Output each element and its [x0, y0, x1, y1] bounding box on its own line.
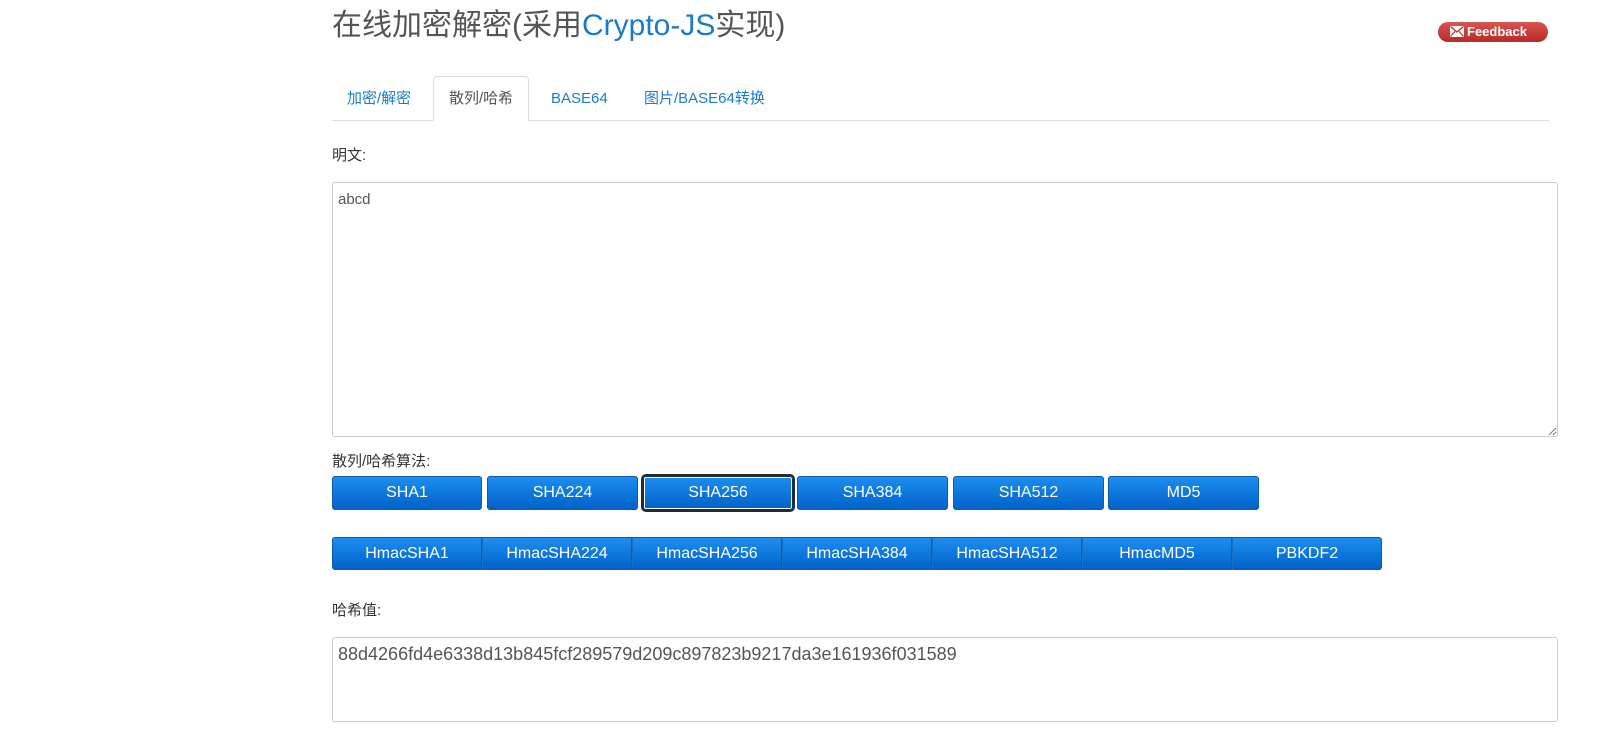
- hmac-button-group: HmacSHA1 HmacSHA224 HmacSHA256 HmacSHA38…: [332, 537, 1382, 570]
- feedback-label: Feedback: [1467, 24, 1527, 39]
- plaintext-input[interactable]: abcd: [332, 182, 1558, 437]
- sha512-button[interactable]: SHA512: [953, 476, 1104, 510]
- title-highlight: Crypto-JS: [582, 9, 716, 42]
- sha1-button[interactable]: SHA1: [332, 476, 482, 510]
- tab-image-base64[interactable]: 图片/BASE64转换: [629, 76, 780, 120]
- hmacsha256-button[interactable]: HmacSHA256: [632, 537, 782, 570]
- tab-base64[interactable]: BASE64: [536, 76, 623, 120]
- feedback-button[interactable]: Feedback: [1438, 22, 1548, 42]
- plaintext-label: 明文:: [332, 147, 367, 164]
- algorithm-label: 散列/哈希算法:: [332, 453, 431, 470]
- sha224-button[interactable]: SHA224: [487, 476, 638, 510]
- hmacsha1-button[interactable]: HmacSHA1: [332, 537, 482, 570]
- hmacsha224-button[interactable]: HmacSHA224: [482, 537, 632, 570]
- sha256-button[interactable]: SHA256: [643, 476, 793, 510]
- hmacsha384-button[interactable]: HmacSHA384: [782, 537, 932, 570]
- hmacsha512-button[interactable]: HmacSHA512: [932, 537, 1082, 570]
- pbkdf2-button[interactable]: PBKDF2: [1232, 537, 1382, 570]
- sha384-button[interactable]: SHA384: [797, 476, 948, 510]
- title-suffix: 实现): [715, 9, 786, 42]
- md5-button[interactable]: MD5: [1108, 476, 1259, 510]
- page: 在线加密解密(采用Crypto-JS实现) Feedback 加密/解密 散列/…: [0, 0, 1597, 746]
- mail-icon: [1450, 23, 1464, 37]
- tab-bar: 加密/解密 散列/哈希 BASE64 图片/BASE64转换: [332, 76, 1549, 121]
- tab-hash[interactable]: 散列/哈希: [433, 76, 530, 121]
- hash-label: 哈希值:: [332, 602, 382, 619]
- page-title: 在线加密解密(采用Crypto-JS实现): [332, 6, 785, 46]
- hmacmd5-button[interactable]: HmacMD5: [1082, 537, 1232, 570]
- tab-encrypt-decrypt[interactable]: 加密/解密: [332, 76, 426, 120]
- title-prefix: 在线加密解密(采用: [332, 9, 582, 42]
- hash-output[interactable]: 88d4266fd4e6338d13b845fcf289579d209c8978…: [332, 637, 1558, 722]
